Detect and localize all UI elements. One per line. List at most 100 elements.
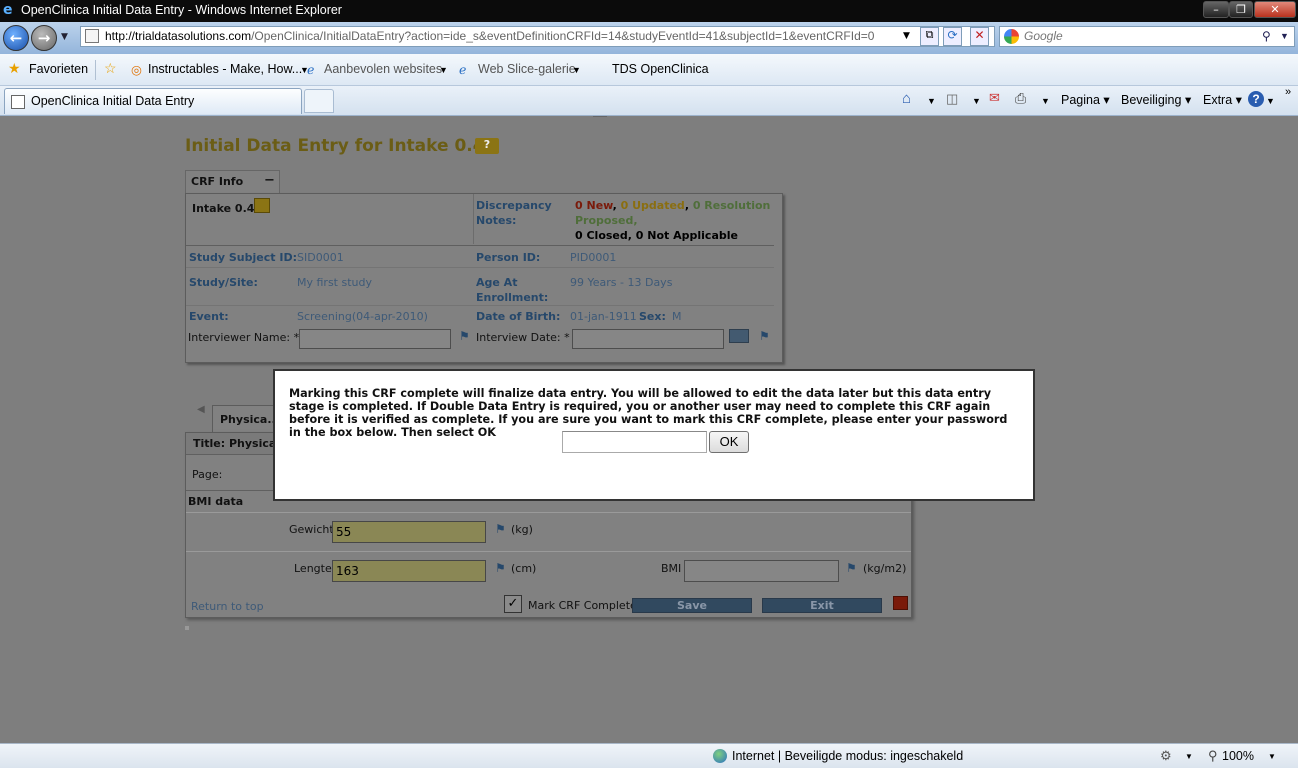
zoom-icon[interactable]: ⚲: [1208, 748, 1218, 764]
stop-icon[interactable]: ✕: [970, 27, 989, 46]
disc-closed-row: 0 Closed, 0 Not Applicable: [575, 229, 738, 242]
interview-date-label: Interview Date: *: [476, 331, 570, 344]
favorites-button[interactable]: Favorieten: [29, 62, 88, 76]
zoom-level[interactable]: 100%: [1222, 749, 1254, 763]
crf-info-tab[interactable]: CRF Info −: [185, 170, 280, 194]
return-to-top-link[interactable]: Return to top: [191, 600, 264, 613]
minimize-button[interactable]: –: [1203, 1, 1229, 18]
chevron-down-icon[interactable]: ▼: [972, 96, 981, 106]
interview-date-input[interactable]: [572, 329, 724, 349]
bmi-input[interactable]: [684, 560, 839, 582]
disc-resolution-link[interactable]: 0 Resolution: [693, 199, 771, 212]
refresh-icon[interactable]: ⟳: [943, 27, 962, 46]
chevron-down-icon[interactable]: ▼: [1185, 752, 1193, 761]
divider: [186, 551, 911, 552]
history-dropdown-icon[interactable]: ▼: [61, 32, 68, 42]
divider: [186, 245, 774, 246]
disc-resolution-link-2[interactable]: Proposed: [575, 214, 633, 227]
fav-item-aanbevolen[interactable]: Aanbevolen websites: [324, 62, 442, 76]
chevron-down-icon[interactable]: ▼: [1041, 96, 1050, 106]
more-commands-icon[interactable]: »: [1285, 86, 1291, 98]
interviewer-name-input[interactable]: [299, 329, 451, 349]
fav-item-webslice[interactable]: Web Slice-galerie: [478, 62, 576, 76]
new-tab-button[interactable]: [304, 89, 334, 113]
mark-complete-checkbox[interactable]: ✓: [504, 595, 522, 613]
compatibility-view-icon[interactable]: ⧉: [920, 27, 939, 46]
disc-new-link[interactable]: 0 New: [575, 199, 613, 212]
interviewer-name-label: Interviewer Name: *: [188, 331, 300, 344]
discrepancy-label-notes: Notes:: [476, 214, 517, 227]
flag-icon[interactable]: ⚑: [759, 329, 770, 343]
home-icon[interactable]: ⌂: [902, 90, 911, 107]
mail-icon[interactable]: ✉: [989, 90, 1000, 106]
tab-bar: OpenClinica Initial Data Entry ⌂ ▼ ◫ ▼ ✉…: [0, 86, 1298, 116]
page-title: Initial Data Entry for Intake 0.4: [185, 136, 485, 156]
security-zone-text[interactable]: Internet | Beveiligde modus: ingeschakel…: [732, 749, 963, 763]
chevron-down-icon[interactable]: ▼: [1268, 752, 1276, 761]
chevron-down-icon[interactable]: ▼: [927, 96, 936, 106]
tab-scroll-left-icon[interactable]: ◀: [197, 404, 205, 415]
tab-active[interactable]: OpenClinica Initial Data Entry: [4, 88, 302, 114]
save-button[interactable]: Save: [632, 598, 752, 613]
calendar-icon[interactable]: [729, 329, 749, 343]
ok-button[interactable]: OK: [709, 431, 749, 453]
section-title: Title: Physical: [193, 437, 281, 450]
flag-icon[interactable]: ⚑: [495, 561, 506, 575]
event-value: Screening(04-apr-2010): [297, 310, 428, 323]
back-button[interactable]: ←: [3, 25, 29, 51]
add-favorite-icon[interactable]: ☆: [104, 60, 117, 77]
address-dropdown-icon[interactable]: ▼: [903, 31, 910, 41]
disc-resolution-cont: Proposed,: [575, 214, 638, 227]
age-label: Age At: [476, 276, 518, 289]
maximize-button[interactable]: ❐: [1229, 1, 1253, 18]
divider: [473, 194, 474, 244]
divider: [186, 267, 774, 268]
fav-item-tds[interactable]: TDS OpenClinica: [612, 62, 709, 76]
chevron-down-icon[interactable]: ▼: [572, 65, 581, 75]
instructables-icon: ◎: [131, 63, 142, 77]
page-title-text: Initial Data Entry for Intake 0.4: [185, 136, 485, 156]
weight-input[interactable]: 55: [332, 521, 486, 543]
status-bar: Internet | Beveiligde modus: ingeschakel…: [0, 743, 1298, 768]
exit-button[interactable]: Exit: [762, 598, 882, 613]
length-input[interactable]: 163: [332, 560, 486, 582]
address-bar[interactable]: http://trialdatasolutions.com/OpenClinic…: [80, 26, 995, 47]
disc-closed-link[interactable]: 0 Closed: [575, 229, 628, 242]
forward-button[interactable]: →: [31, 25, 57, 51]
protected-mode-icon[interactable]: ⚙: [1160, 748, 1172, 764]
extra-menu[interactable]: Extra ▾: [1203, 92, 1242, 107]
search-dropdown-icon[interactable]: ▼: [1280, 27, 1289, 46]
flag-icon[interactable]: ⚑: [846, 561, 857, 575]
help-icon[interactable]: ?: [1248, 91, 1264, 107]
flag-icon[interactable]: ⚑: [459, 329, 470, 343]
chevron-down-icon[interactable]: ▼: [1266, 96, 1275, 106]
ie-fav-icon: ℯ: [307, 63, 315, 77]
print-icon[interactable]: ⎙: [1015, 90, 1026, 107]
fav-item-instructables[interactable]: Instructables - Make, How...: [148, 62, 302, 76]
chevron-down-icon[interactable]: ▼: [439, 65, 448, 75]
disc-na-link[interactable]: 0 Not Applicable: [636, 229, 738, 242]
window-title-bar: e OpenClinica Initial Data Entry - Windo…: [0, 0, 1298, 22]
help-icon[interactable]: ?: [475, 138, 499, 154]
section-tab-physical[interactable]: Physica...: [212, 405, 280, 432]
security-menu[interactable]: Beveiliging ▾: [1121, 92, 1191, 107]
password-input[interactable]: [562, 431, 707, 453]
collapse-icon[interactable]: −: [264, 173, 275, 188]
flag-icon[interactable]: ⚑: [495, 522, 506, 536]
dob-value: 01-jan-1911: [570, 310, 637, 323]
age-value: 99 Years - 13 Days: [570, 276, 673, 289]
url-path: /OpenClinica/InitialDataEntry?action=ide…: [251, 29, 875, 43]
subject-id-value: SID0001: [297, 251, 344, 264]
rss-feed-icon[interactable]: ◫: [946, 91, 958, 107]
group-label: BMI data: [188, 495, 244, 508]
page-menu[interactable]: Pagina ▾: [1061, 92, 1110, 107]
sex-value: M: [672, 310, 682, 323]
search-icon[interactable]: ⚲: [1262, 27, 1271, 46]
sex-label: Sex:: [639, 310, 666, 323]
close-window-button[interactable]: ✕: [1254, 1, 1296, 18]
subject-id-label: Study Subject ID:: [189, 251, 297, 264]
disc-updated-link[interactable]: 0 Updated: [621, 199, 685, 212]
crf-print-icon[interactable]: [254, 198, 270, 213]
search-input[interactable]: Google ⚲ ▼: [999, 26, 1295, 47]
print-icon[interactable]: [893, 596, 908, 610]
